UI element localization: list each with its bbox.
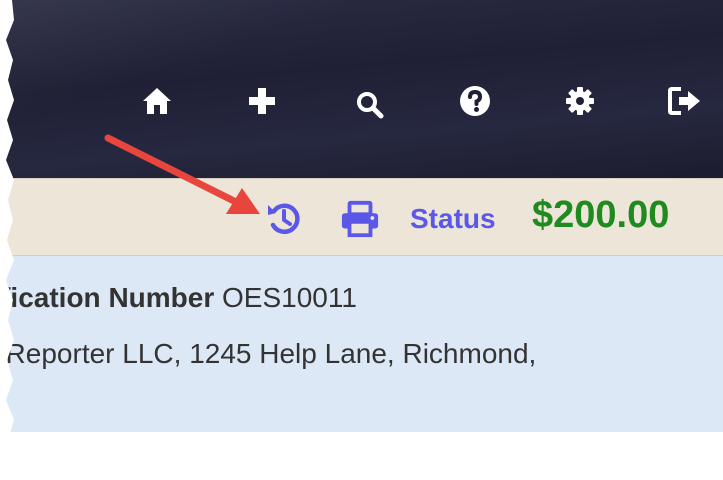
logout-icon[interactable]: [668, 84, 702, 118]
screenshot-frame: Status $200.00 tification Number OES1001…: [0, 0, 723, 461]
history-icon[interactable]: [264, 200, 304, 238]
search-icon[interactable]: [353, 88, 387, 122]
identification-number-value: OES10011: [222, 282, 357, 313]
identification-number-label: tification Number: [0, 282, 215, 313]
status-link[interactable]: Status: [410, 203, 496, 235]
plus-icon[interactable]: [245, 84, 279, 118]
balance-amount: $200.00: [532, 194, 670, 236]
content-area: [6, 432, 723, 461]
gear-icon[interactable]: [563, 84, 597, 118]
help-icon[interactable]: [458, 84, 492, 118]
identification-number-row: tification Number OES10011: [0, 282, 357, 314]
address-text: t Reporter LLC, 1245 Help Lane, Richmond…: [0, 338, 537, 369]
print-icon[interactable]: [340, 200, 380, 238]
home-icon[interactable]: [140, 84, 174, 118]
top-navigation-bar: [6, 0, 723, 178]
